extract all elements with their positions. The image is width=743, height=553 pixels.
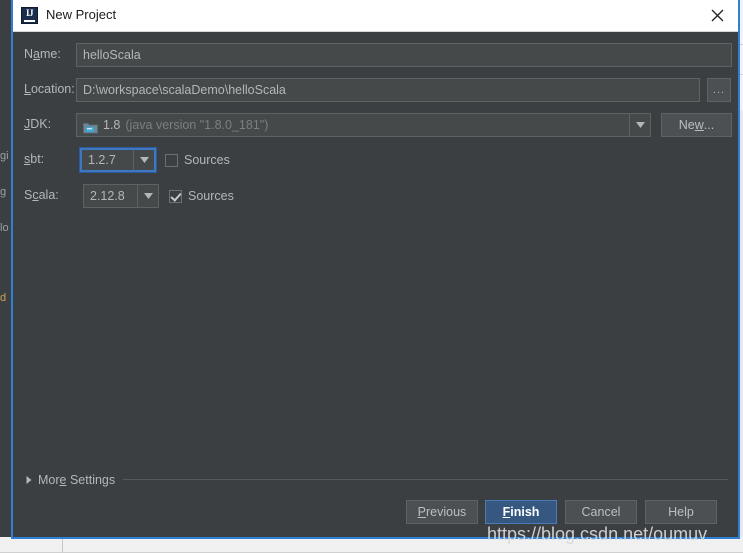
sbt-dropdown-arrow-icon[interactable] <box>133 150 154 170</box>
project-name-input[interactable]: helloScala <box>76 43 732 67</box>
form-row-jdk: JDK: 1.8 (java version "1.8.0_181") Ne w… <box>13 113 738 137</box>
previous-button[interactable]: Previous <box>406 500 478 524</box>
scala-version-value: 2.12.8 <box>90 189 125 203</box>
scala-version-combobox[interactable]: 2.12.8 <box>83 184 159 208</box>
dialog-title: New Project <box>46 7 117 22</box>
logo-underline <box>24 20 35 22</box>
jdk-label: JDK: <box>24 117 52 131</box>
form-row-sbt: sbt: 1.2.7 Sources <box>13 148 738 172</box>
scala-sources-checkbox-box <box>169 189 182 203</box>
dialog-content: Name: helloScala Location: D:\workspace\… <box>13 32 738 536</box>
jdk-version-detail: (java version "1.8.0_181") <box>125 118 269 132</box>
dialog-titlebar: IJ New Project <box>13 0 738 32</box>
scala-sources-checkbox[interactable]: Sources <box>169 186 234 206</box>
finish-button[interactable]: Finish <box>485 500 557 524</box>
cancel-button[interactable]: Cancel <box>565 500 637 524</box>
jdk-version: 1.8 <box>103 118 121 132</box>
project-location-input[interactable]: D:\workspace\scalaDemo\helloScala <box>76 78 700 102</box>
scala-sources-label: Sources <box>188 189 234 203</box>
new-project-dialog: IJ New Project Name: helloScala Location… <box>11 0 740 539</box>
intellij-logo-icon: IJ <box>21 7 38 24</box>
scala-dropdown-arrow-icon[interactable] <box>137 185 158 207</box>
sbt-version-value: 1.2.7 <box>88 153 116 167</box>
more-settings-separator <box>123 479 728 480</box>
sbt-label: sbt: <box>24 152 45 166</box>
browse-location-button[interactable]: ... <box>707 78 731 102</box>
more-settings-toggle[interactable]: More Settings <box>24 472 115 488</box>
sbt-sources-checkbox-box <box>165 153 178 167</box>
help-button[interactable]: Help <box>645 500 717 524</box>
name-label: Name: <box>24 47 61 61</box>
new-jdk-button[interactable]: Ne w... <box>661 113 732 137</box>
jdk-combobox[interactable]: 1.8 (java version "1.8.0_181") <box>76 113 651 137</box>
more-settings-label: More Settings <box>38 473 116 487</box>
logo-letters: IJ <box>25 8 34 18</box>
ide-status-bar <box>0 537 743 553</box>
ide-status-bar-divider <box>62 537 63 553</box>
chevron-right-icon <box>24 476 34 484</box>
scala-label: Scala: <box>24 188 59 202</box>
form-row-location: Location: D:\workspace\scalaDemo\helloSc… <box>13 78 738 102</box>
close-icon[interactable] <box>700 3 734 28</box>
jdk-combobox-value: 1.8 (java version "1.8.0_181") <box>77 114 629 136</box>
jdk-dropdown-arrow-icon[interactable] <box>629 114 650 136</box>
dialog-button-bar: Previous Finish Cancel Help <box>13 490 738 536</box>
sbt-sources-label: Sources <box>184 153 230 167</box>
location-label: Location: <box>24 82 75 96</box>
sbt-version-combobox[interactable]: 1.2.7 <box>80 148 156 172</box>
sbt-sources-checkbox[interactable]: Sources <box>165 150 230 170</box>
form-row-name: Name: helloScala <box>13 43 738 67</box>
jdk-folder-icon <box>83 119 98 133</box>
form-row-scala: Scala: 2.12.8 Sources <box>13 184 738 208</box>
